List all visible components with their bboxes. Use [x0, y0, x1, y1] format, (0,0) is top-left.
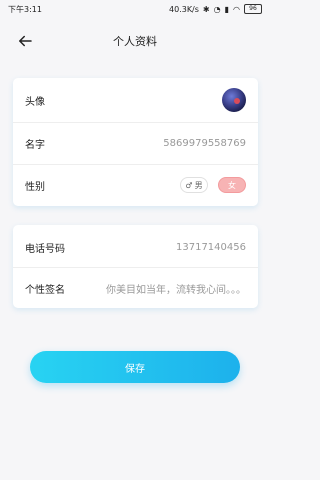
signal-icon: ▮	[224, 4, 230, 14]
back-arrow-icon[interactable]	[16, 32, 34, 50]
status-time: 下午3:11	[8, 4, 42, 14]
phone-row[interactable]: 电话号码 13717140456	[13, 227, 258, 267]
name-row[interactable]: 名字 5869979558769	[13, 123, 258, 163]
battery-level: 96	[249, 5, 257, 12]
profile-card: 头像 名字 5869979558769 性别 ♂ 男 女	[13, 78, 258, 206]
signature-label: 个性签名	[25, 284, 65, 296]
name-label: 名字	[25, 139, 45, 151]
page-title: 个人资料	[113, 35, 157, 48]
save-button-label: 保存	[125, 363, 145, 375]
gender-label: 性别	[25, 181, 45, 193]
avatar[interactable]	[222, 88, 246, 112]
alarm-icon: ◔	[213, 4, 221, 14]
save-button[interactable]: 保存	[30, 351, 240, 383]
battery-icon: 96	[244, 4, 262, 14]
gender-male-option[interactable]: ♂ 男	[180, 177, 208, 193]
gender-female-label: 女	[228, 180, 236, 190]
bluetooth-icon: ✱	[202, 4, 210, 14]
wifi-icon: ◠	[233, 4, 240, 14]
name-value[interactable]: 5869979558769	[163, 138, 246, 149]
signature-row[interactable]: 个性签名 你美目如当年，流转我心间。。。	[13, 268, 258, 308]
gender-female-option[interactable]: 女	[218, 177, 246, 193]
male-icon: ♂	[185, 180, 193, 190]
status-bar: 下午3:11 40.3K/s ✱ ◔ ▮ ◠ 96	[0, 0, 270, 18]
gender-options: ♂ 男 女	[180, 177, 246, 193]
status-icons: 40.3K/s ✱ ◔ ▮ ◠ 96	[169, 4, 262, 14]
signature-field[interactable]: 你美目如当年，流转我心间。。。	[106, 281, 246, 296]
nav-bar: 个人资料	[0, 26, 270, 56]
phone-value[interactable]: 13717140456	[176, 242, 246, 253]
network-speed: 40.3K/s	[169, 4, 199, 14]
contact-card: 电话号码 13717140456 个性签名 你美目如当年，流转我心间。。。	[13, 225, 258, 308]
gender-male-label: 男	[194, 180, 203, 190]
gender-row: 性别 ♂ 男 女	[13, 165, 258, 205]
phone-label: 电话号码	[25, 243, 65, 255]
avatar-label: 头像	[25, 96, 45, 108]
avatar-row[interactable]: 头像	[13, 80, 258, 120]
